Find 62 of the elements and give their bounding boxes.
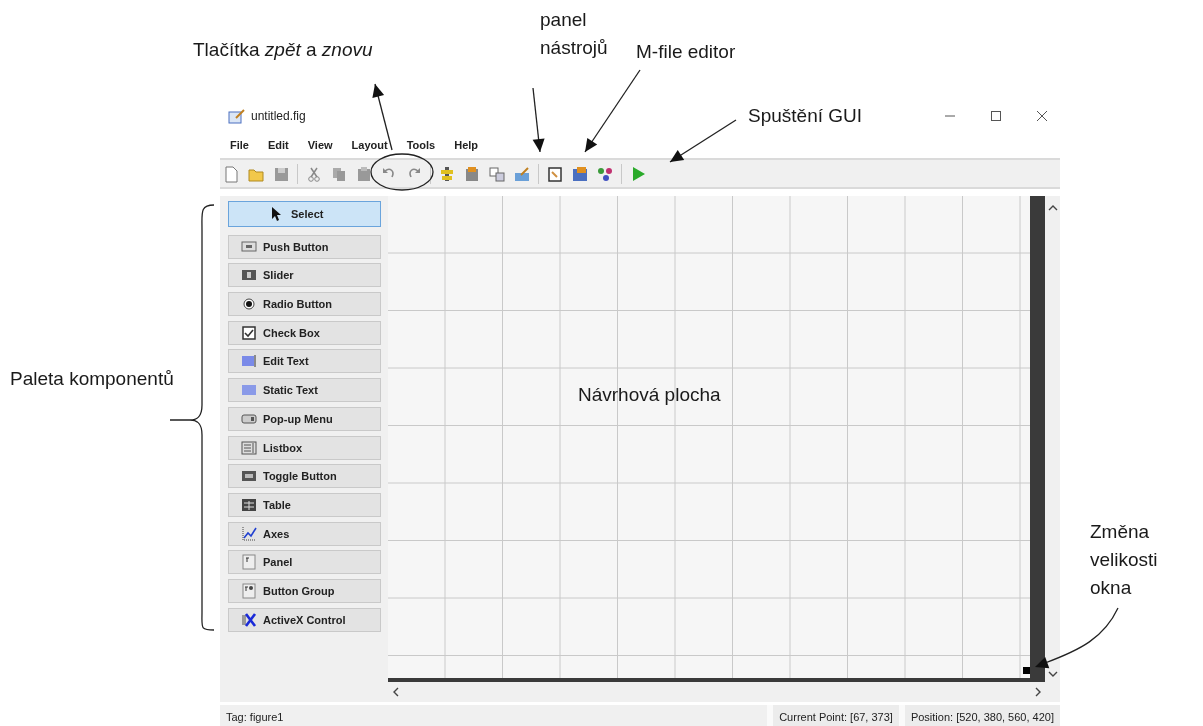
pointer-arrow xyxy=(669,119,737,163)
maximize-icon[interactable] xyxy=(990,110,1002,122)
checkbox-icon xyxy=(241,324,257,341)
tab-order-icon[interactable] xyxy=(488,164,506,183)
button-group-icon xyxy=(241,582,257,599)
resize-handle-icon[interactable] xyxy=(1023,667,1030,674)
palette-button[interactable]: Edit Text xyxy=(228,349,381,374)
listbox-icon xyxy=(241,439,257,456)
status-tag: Tag: figure1 xyxy=(220,710,290,723)
palette-button[interactable]: Static Text xyxy=(228,378,381,403)
menu-item[interactable]: Help xyxy=(452,139,481,151)
push-button-icon xyxy=(241,238,257,255)
close-icon[interactable] xyxy=(1036,110,1048,122)
palette-button[interactable]: Axes xyxy=(228,521,381,546)
palette-button[interactable]: Check Box xyxy=(228,320,381,345)
figure-file-icon xyxy=(228,108,246,124)
alignment-icon[interactable] xyxy=(438,164,456,183)
menu-item[interactable]: Edit xyxy=(265,139,291,151)
paste-icon[interactable] xyxy=(355,164,373,183)
annotation-text: M-file editor xyxy=(636,40,737,64)
menu-item[interactable]: Layout xyxy=(349,139,390,151)
new-file-icon[interactable] xyxy=(222,164,240,183)
palette-button[interactable]: Listbox xyxy=(228,435,381,460)
palette-button[interactable]: Table xyxy=(228,492,381,517)
status-current-point: Current Point: [67, 373] xyxy=(767,705,899,726)
palette-button[interactable]: Button Group xyxy=(228,578,381,603)
panel-icon xyxy=(241,554,257,571)
property-inspector-icon[interactable] xyxy=(571,164,589,183)
design-canvas[interactable] xyxy=(388,196,1045,682)
palette-button[interactable]: Panel xyxy=(228,550,381,575)
annotation-text: Tlačítka zpět a znovu xyxy=(193,38,374,62)
annotation-text: Paleta komponentů xyxy=(10,367,175,391)
scroll-right-icon[interactable] xyxy=(1034,687,1042,697)
palette-button[interactable]: Toggle Button xyxy=(228,464,381,489)
editor-icon[interactable] xyxy=(546,164,564,183)
scroll-down-icon[interactable] xyxy=(1047,670,1058,678)
palette-button[interactable]: Radio Button xyxy=(228,292,381,317)
annotation-text: Spuštění GUI xyxy=(748,104,864,128)
axes-icon xyxy=(241,525,257,542)
palette-button[interactable]: Push Button xyxy=(228,234,381,259)
table-icon xyxy=(241,496,257,513)
annotation-text: panel nástrojů xyxy=(540,8,609,60)
palette-button[interactable]: ActiveX Control xyxy=(228,607,381,632)
window-title: untitled.fig xyxy=(251,109,306,123)
menu-editor-icon[interactable] xyxy=(463,164,481,183)
status-position: Position: [520, 380, 560, 420] xyxy=(898,705,1060,726)
highlight-ellipse xyxy=(370,153,434,191)
toolbar-editor-icon[interactable] xyxy=(513,164,531,183)
scroll-left-icon[interactable] xyxy=(392,687,400,697)
scroll-up-icon[interactable] xyxy=(1047,204,1058,212)
menu-item[interactable]: View xyxy=(305,139,335,151)
edit-text-icon xyxy=(241,353,257,370)
menu-item[interactable]: File xyxy=(228,139,251,151)
radio-button-icon xyxy=(241,296,257,313)
palette-button[interactable]: Slider xyxy=(228,263,381,288)
palette-button[interactable]: Pop-up Menu xyxy=(228,406,381,431)
menu-item[interactable]: Tools xyxy=(404,139,438,151)
annotation-text: Změna velikosti okna xyxy=(1090,520,1159,600)
palette-button[interactable]: Select xyxy=(228,201,381,227)
activex-icon xyxy=(241,611,257,628)
annotation-text: Návrhová plocha xyxy=(578,383,722,407)
pointer-arrow xyxy=(532,87,545,153)
